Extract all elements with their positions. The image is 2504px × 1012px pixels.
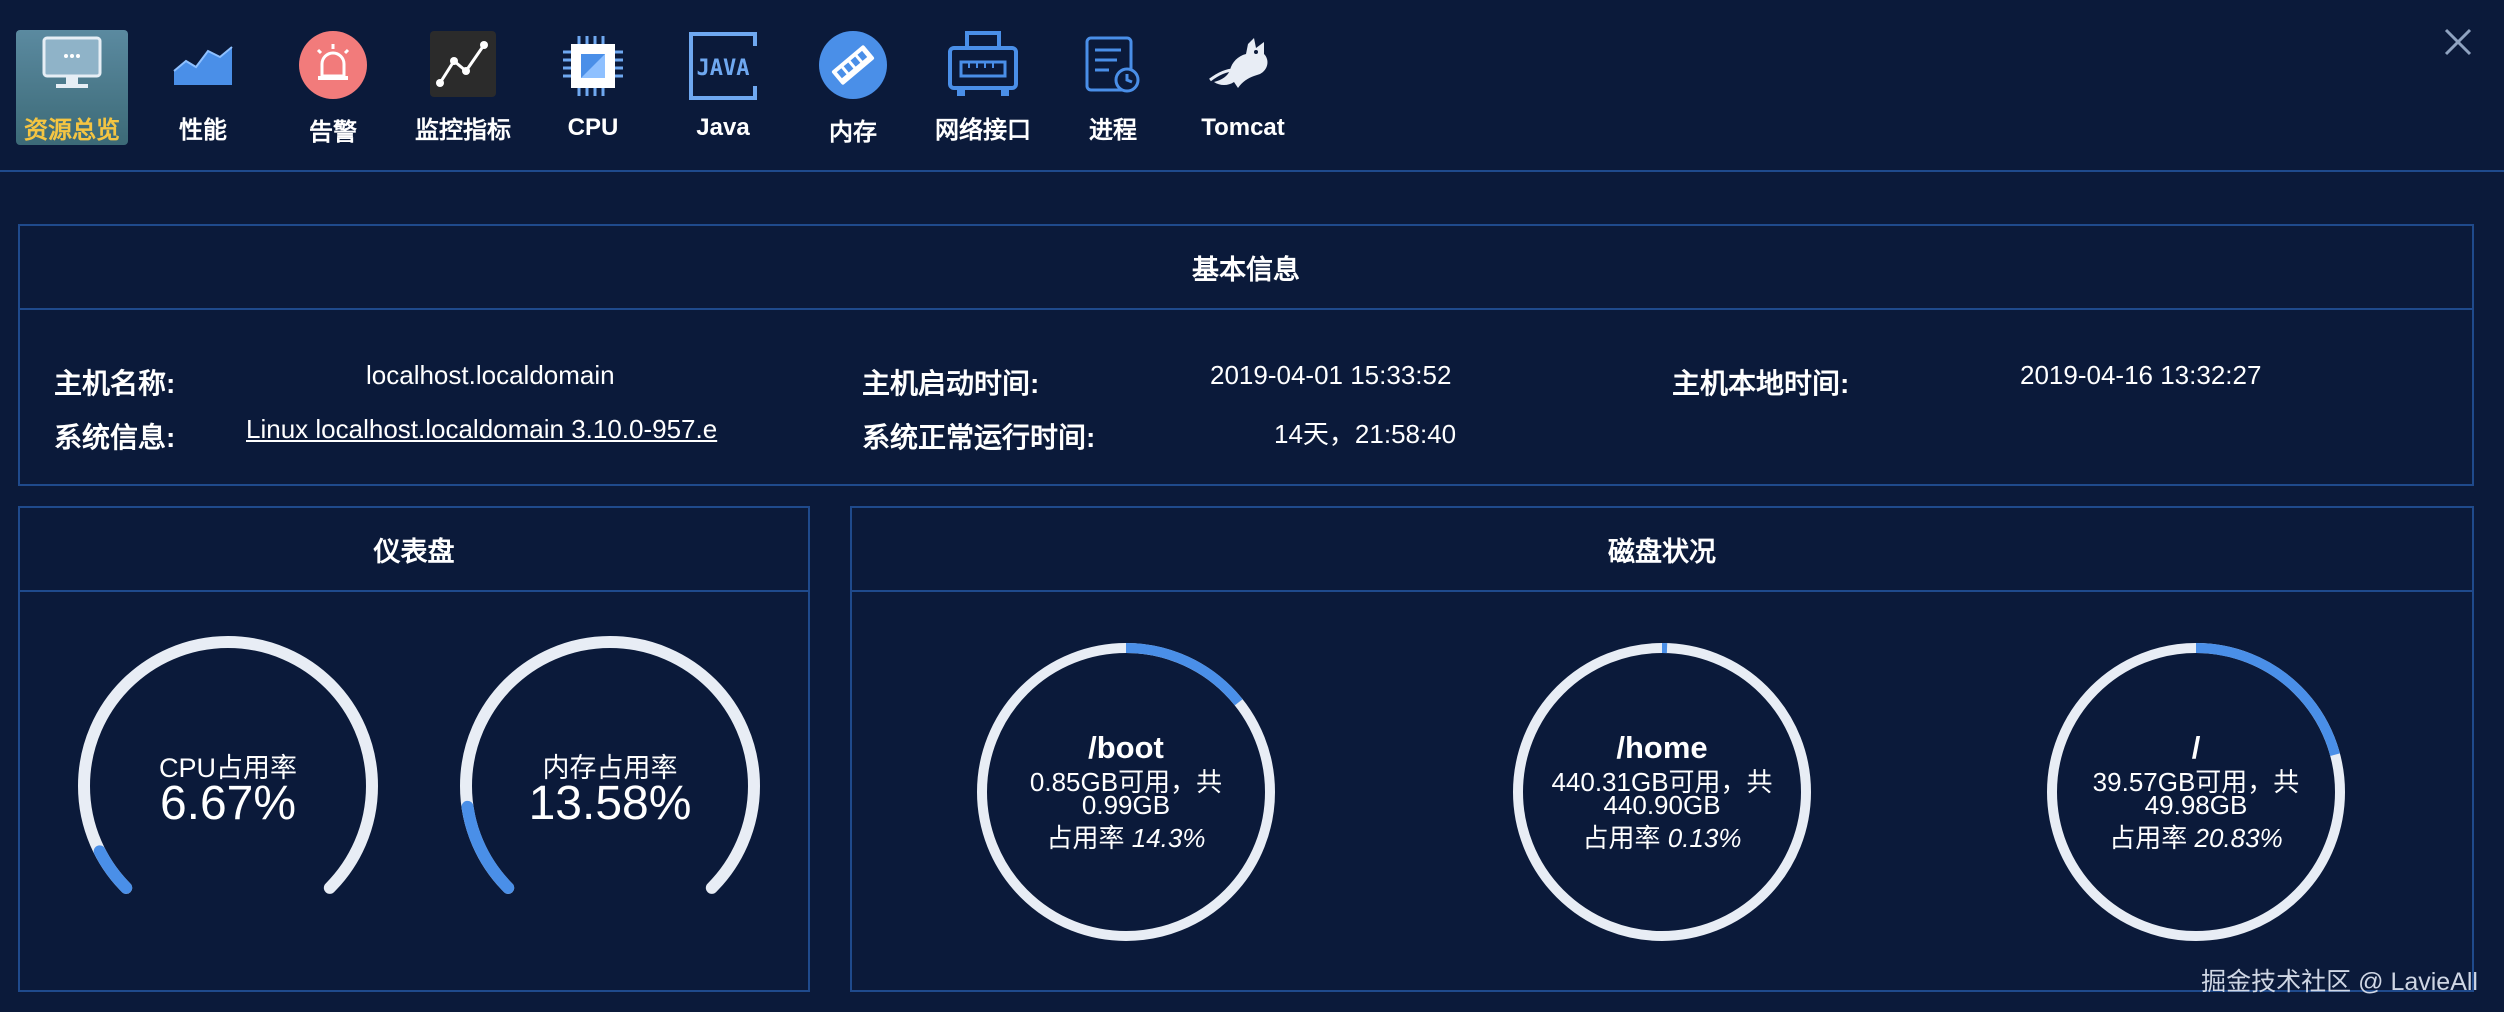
- disk-usage-value: 14.3%: [1131, 823, 1206, 853]
- tomcat-icon: [1207, 30, 1279, 102]
- panel-title: 仪表盘: [20, 508, 808, 592]
- svg-text:JAVA: JAVA: [697, 56, 750, 81]
- disk-ring-fill: [1125, 643, 1243, 706]
- disk-gauge-root: / 39.57GB可用，共 49.98GB 占用率 20.83%: [2046, 642, 2346, 942]
- uptime-value: 14天，21:58:40: [1274, 419, 1457, 449]
- nav-item-performance[interactable]: 性能: [138, 30, 268, 145]
- disk-usage-label: 占用率: [2109, 823, 2188, 853]
- line-chart-icon: [427, 30, 499, 98]
- cpu-icon: [557, 30, 629, 102]
- nav-item-label: 内存: [829, 119, 877, 146]
- disk-usage-label: 占用率: [1582, 823, 1661, 853]
- network-icon: [947, 30, 1019, 98]
- disk-total: 49.98GB: [2144, 790, 2248, 820]
- nav-item-network[interactable]: 网络接口: [918, 30, 1048, 145]
- watermark: 掘金技术社区 @ LavieAll: [2201, 968, 2478, 996]
- nav-item-alarm[interactable]: 告警: [268, 30, 398, 146]
- disk-panel: 磁盘状况 /boot 0.85GB可用，共 0.99GB 占用率 14.3% /…: [850, 506, 2474, 992]
- nav-item-label: Tomcat: [1201, 114, 1285, 141]
- host-name-value: localhost.localdomain: [366, 360, 615, 390]
- nav-item-label: 告警: [309, 119, 357, 146]
- panel-title: 基本信息: [20, 226, 2472, 310]
- nav-item-label: 资源总览: [24, 117, 120, 144]
- disk-usage-row: 占用率 14.3%: [976, 818, 1276, 855]
- nav-item-metrics[interactable]: 监控指标: [398, 30, 528, 145]
- disk-mount: /: [2191, 730, 2201, 765]
- disk-gauge-home: /home 440.31GB可用，共 440.90GB 占用率 0.13%: [1512, 642, 1812, 942]
- panel-title: 磁盘状况: [852, 508, 2472, 592]
- disk-usage-value: 0.13%: [1667, 823, 1742, 853]
- dashboard-panel: 仪表盘 CPU占用率 6.67% 内存占用率 13.58%: [18, 506, 810, 992]
- boot-time-label: 主机启动时间:: [862, 368, 1040, 399]
- local-time-value: 2019-04-16 13:32:27: [2020, 360, 2262, 390]
- disk-gauge-boot: /boot 0.85GB可用，共 0.99GB 占用率 14.3%: [976, 642, 1276, 942]
- disk-usage-label: 占用率: [1046, 823, 1125, 853]
- nav-item-label: Java: [696, 114, 750, 141]
- nav-item-overview[interactable]: 资源总览: [16, 30, 128, 145]
- disk-mount: /boot: [1088, 730, 1164, 765]
- system-info-link[interactable]: Linux localhost.localdomain 3.10.0-957.e: [246, 414, 717, 445]
- disk-usage-row: 占用率 0.13%: [1512, 818, 1812, 855]
- gauge-value: 6.67%: [159, 777, 297, 830]
- gauge-value: 13.58%: [528, 777, 692, 830]
- nav-item-label: 进程: [1089, 117, 1137, 144]
- nav-item-label: 性能: [179, 117, 227, 144]
- close-icon: [2444, 28, 2472, 56]
- close-button[interactable]: [2442, 26, 2474, 58]
- memory-gauge: 内存占用率 13.58%: [454, 630, 766, 942]
- nav-item-cpu[interactable]: CPU: [528, 30, 658, 145]
- nav-item-tomcat[interactable]: Tomcat: [1178, 30, 1308, 145]
- uptime-label: 系统正常运行时间:: [862, 422, 1096, 453]
- monitor-icon: [36, 30, 108, 98]
- nav-item-label: CPU: [567, 114, 619, 141]
- disk-mount: /home: [1616, 730, 1708, 765]
- disk-usage-row: 占用率 20.83%: [2046, 818, 2346, 855]
- nav-item-java[interactable]: JAVA Java: [658, 30, 788, 145]
- disk-usage-value: 20.83%: [2194, 823, 2283, 853]
- java-icon: JAVA: [687, 30, 759, 102]
- host-name-label: 主机名称:: [54, 368, 176, 399]
- nav-item-label: 监控指标: [415, 117, 511, 144]
- boot-time-value: 2019-04-01 15:33:52: [1210, 360, 1452, 390]
- nav-item-process[interactable]: 进程: [1048, 30, 1178, 145]
- alarm-icon: [297, 30, 369, 100]
- memory-icon: [817, 30, 889, 100]
- disk-total: 0.99GB: [1081, 790, 1171, 820]
- cpu-gauge: CPU占用率 6.67%: [72, 630, 384, 942]
- system-info-label: 系统信息:: [54, 422, 176, 453]
- nav-item-memory[interactable]: 内存: [788, 30, 918, 146]
- nav-item-label: 网络接口: [935, 117, 1031, 144]
- local-time-label: 主机本地时间:: [1672, 368, 1850, 399]
- basic-info-panel: 基本信息 主机名称: localhost.localdomain 系统信息: L…: [18, 224, 2474, 486]
- disk-total: 440.90GB: [1603, 790, 1721, 820]
- area-chart-icon: [167, 30, 239, 98]
- process-icon: [1077, 30, 1149, 98]
- gauge-fill: [93, 845, 133, 894]
- top-toolbar: 资源总览 性能 告警 监控指标 CPU JAVA Java 内存 网络接口 进程…: [0, 0, 2504, 172]
